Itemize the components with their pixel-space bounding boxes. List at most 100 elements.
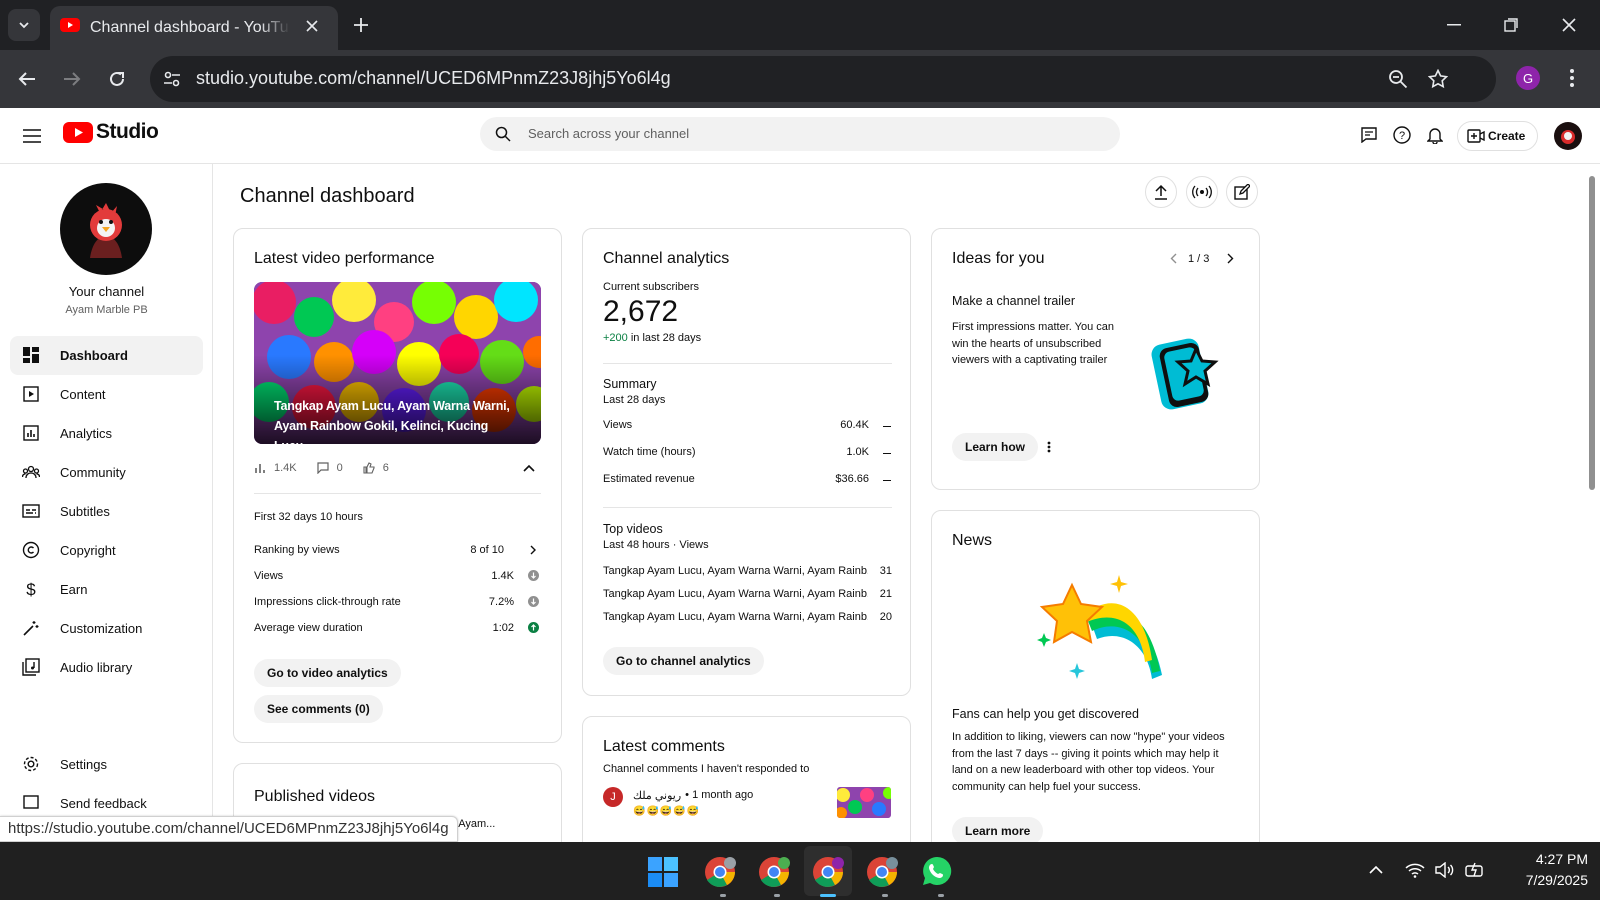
- browser-menu-icon[interactable]: [1562, 66, 1582, 90]
- search-input[interactable]: Search across your channel: [480, 117, 1120, 151]
- chrome-icon[interactable]: [703, 855, 737, 889]
- go-to-video-analytics-button[interactable]: Go to video analytics: [254, 659, 401, 687]
- commenter-avatar[interactable]: J: [603, 787, 623, 807]
- battery-icon[interactable]: [1464, 860, 1486, 880]
- address-bar[interactable]: studio.youtube.com/channel/UCED6MPnmZ23J…: [150, 56, 1496, 102]
- summary-value: $36.66: [835, 473, 869, 485]
- collapse-chevron-up-icon[interactable]: [519, 458, 539, 478]
- divider: [603, 363, 892, 364]
- positive-trend-icon: [528, 622, 539, 633]
- feedback-icon[interactable]: [1358, 124, 1380, 146]
- browser-tab[interactable]: Channel dashboard - YouTube Studio: [50, 6, 338, 50]
- comment-video-thumbnail[interactable]: [837, 787, 891, 818]
- windows-start-icon[interactable]: [648, 857, 678, 887]
- subscribers-delta: +200 in last 28 days: [603, 332, 701, 344]
- sidebar-item-content[interactable]: Content: [10, 375, 203, 414]
- go-live-icon[interactable]: [1186, 176, 1218, 208]
- top-videos-title: Top videos: [603, 522, 663, 536]
- chevron-right-icon[interactable]: [527, 544, 539, 556]
- summary-label: Watch time (hours): [603, 446, 696, 458]
- learn-how-button[interactable]: Learn how: [952, 433, 1039, 461]
- tab-search-icon[interactable]: [8, 9, 40, 41]
- page-title: Channel dashboard: [240, 185, 415, 207]
- forward-icon[interactable]: [61, 68, 83, 90]
- upload-icon[interactable]: [1145, 176, 1177, 208]
- comment-time: • 1 month ago: [685, 789, 754, 801]
- top-video-title[interactable]: Tangkap Ayam Lucu, Ayam Warna Warni, Aya…: [603, 565, 868, 577]
- summary-label: Estimated revenue: [603, 473, 695, 485]
- learn-more-button[interactable]: Learn more: [952, 817, 1044, 845]
- zoom-icon[interactable]: [1386, 67, 1410, 91]
- create-post-icon[interactable]: [1226, 176, 1258, 208]
- stat-label: Average view duration: [254, 622, 363, 634]
- tab-close-icon[interactable]: [302, 16, 322, 36]
- video-thumbnail[interactable]: Tangkap Ayam Lucu, Ayam Warna Warni, Aya…: [254, 282, 541, 444]
- chrome-active-profile-icon[interactable]: [811, 855, 845, 889]
- site-info-icon[interactable]: [160, 67, 184, 91]
- browser-toolbar: studio.youtube.com/channel/UCED6MPnmZ23J…: [0, 50, 1600, 108]
- subtitles-icon: [22, 502, 40, 520]
- copyright-icon: [22, 541, 40, 559]
- sidebar-item-dashboard[interactable]: Dashboard: [10, 336, 203, 375]
- sidebar-item-analytics[interactable]: Analytics: [10, 414, 203, 453]
- sidebar-item-label: Send feedback: [60, 796, 147, 811]
- youtube-logo-icon[interactable]: [63, 122, 93, 143]
- quick-comments: 0: [336, 462, 343, 474]
- sidebar-item-settings[interactable]: Settings: [10, 745, 203, 784]
- scrollbar-thumb[interactable]: [1589, 176, 1595, 490]
- see-comments-button[interactable]: See comments (0): [254, 695, 383, 723]
- profile-avatar[interactable]: G: [1516, 66, 1540, 90]
- url-text: studio.youtube.com/channel/UCED6MPnmZ23J…: [196, 68, 671, 88]
- community-icon: [22, 463, 40, 481]
- minimize-icon[interactable]: [1443, 14, 1465, 36]
- sidebar-item-subtitles[interactable]: Subtitles: [10, 492, 203, 531]
- go-to-channel-analytics-button[interactable]: Go to channel analytics: [603, 647, 764, 675]
- channel-avatar[interactable]: [60, 183, 152, 275]
- subscribers-delta-value: +200: [603, 332, 628, 344]
- help-icon[interactable]: ?: [1391, 124, 1413, 146]
- create-button[interactable]: Create: [1457, 121, 1538, 151]
- account-avatar[interactable]: [1554, 122, 1582, 150]
- stat-value: 8 of 10: [470, 544, 504, 556]
- top-videos-period: Last 48 hours · Views: [603, 539, 709, 551]
- comment-author[interactable]: ريوني ملك: [633, 789, 681, 802]
- subscribers-label: Current subscribers: [603, 281, 699, 293]
- volume-icon[interactable]: [1434, 860, 1456, 880]
- chrome-profile-4-icon[interactable]: [865, 855, 899, 889]
- prev-chevron-icon[interactable]: [1166, 250, 1180, 266]
- reload-icon[interactable]: [106, 68, 128, 90]
- bookmark-star-icon[interactable]: [1426, 67, 1450, 91]
- restore-icon[interactable]: [1500, 14, 1522, 36]
- sidebar-item-community[interactable]: Community: [10, 453, 203, 492]
- app-running-indicator: [882, 894, 888, 897]
- close-window-icon[interactable]: [1558, 14, 1580, 36]
- gear-icon: [22, 755, 40, 773]
- status-bar-url: https://studio.youtube.com/channel/UCED6…: [0, 816, 458, 842]
- new-tab-icon[interactable]: [350, 14, 372, 36]
- quick-views: 1.4K: [274, 462, 297, 474]
- top-video-title[interactable]: Tangkap Ayam Lucu, Ayam Warna Warni, Aya…: [603, 611, 868, 623]
- chrome-profile-2-icon[interactable]: [757, 855, 791, 889]
- summary-label: Views: [603, 419, 633, 431]
- sidebar-item-earn[interactable]: $ Earn: [10, 570, 203, 609]
- next-chevron-icon[interactable]: [1223, 250, 1237, 266]
- back-icon[interactable]: [16, 68, 38, 90]
- sidebar-item-audio-library[interactable]: Audio library: [10, 648, 203, 687]
- tray-chevron-up-icon[interactable]: [1366, 860, 1386, 880]
- more-options-icon[interactable]: [1042, 437, 1056, 457]
- trend-dash-icon: [883, 426, 891, 427]
- app-running-indicator: [938, 894, 944, 897]
- top-video-title[interactable]: Tangkap Ayam Lucu, Ayam Warna Warni, Aya…: [603, 588, 868, 600]
- clock-date[interactable]: 7/29/2025: [1496, 872, 1588, 888]
- whatsapp-icon[interactable]: [921, 855, 953, 887]
- clock-time[interactable]: 4:27 PM: [1496, 851, 1588, 867]
- hamburger-menu-icon[interactable]: [20, 124, 44, 148]
- create-video-icon: [1467, 129, 1485, 143]
- divider: [603, 507, 892, 508]
- sidebar-item-copyright[interactable]: Copyright: [10, 531, 203, 570]
- sidebar-item-customization[interactable]: Customization: [10, 609, 203, 648]
- browser-tab-bar: Channel dashboard - YouTube Studio: [0, 0, 1600, 50]
- idea-title: Make a channel trailer: [952, 294, 1075, 308]
- notifications-bell-icon[interactable]: [1424, 124, 1446, 146]
- wifi-icon[interactable]: [1404, 860, 1426, 880]
